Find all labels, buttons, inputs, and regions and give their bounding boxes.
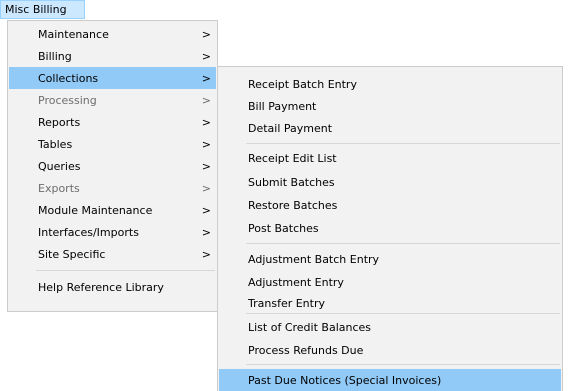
menu-item-label: Submit Batches xyxy=(248,175,335,189)
menu-item-label: Tables xyxy=(38,137,73,151)
menu-item-label: Interfaces/Imports xyxy=(38,225,139,239)
menu-item-label: Adjustment Entry xyxy=(248,275,344,289)
chevron-right-icon: > xyxy=(201,49,211,63)
chevron-right-icon: > xyxy=(201,159,211,173)
menu-separator xyxy=(246,243,560,244)
submenu-item-submit-batches[interactable]: Submit Batches xyxy=(219,171,561,193)
menu-separator xyxy=(246,143,560,144)
chevron-right-icon: > xyxy=(201,71,211,85)
menubar-misc-billing[interactable]: Misc Billing xyxy=(0,0,85,19)
menu-item-label: Adjustment Batch Entry xyxy=(248,252,380,266)
submenu-item-transfer-entry[interactable]: Transfer Entry xyxy=(219,292,561,314)
menu-item-queries[interactable]: Queries > xyxy=(9,155,216,177)
menu-item-label: Exports xyxy=(38,181,80,195)
menubar-label: Misc Billing xyxy=(5,3,67,16)
menu-item-site-specific[interactable]: Site Specific > xyxy=(9,243,216,265)
chevron-right-icon: > xyxy=(201,203,211,217)
screen: Misc Billing Maintenance > Billing > Col… xyxy=(0,0,576,391)
chevron-right-icon: > xyxy=(201,115,211,129)
submenu-item-post-batches[interactable]: Post Batches xyxy=(219,217,561,239)
submenu-item-list-of-credit-balances[interactable]: List of Credit Balances xyxy=(219,316,561,338)
menu-item-label: Restore Batches xyxy=(248,198,338,212)
menu-item-label: Post Batches xyxy=(248,221,319,235)
menu-item-label: Help Reference Library xyxy=(38,280,164,294)
menu-item-label: Receipt Batch Entry xyxy=(248,77,357,91)
submenu-item-restore-batches[interactable]: Restore Batches xyxy=(219,194,561,216)
menu-item-processing: Processing > xyxy=(9,89,216,111)
menu-item-label: Transfer Entry xyxy=(248,296,325,310)
menu-item-tables[interactable]: Tables > xyxy=(9,133,216,155)
menu-item-interfaces-imports[interactable]: Interfaces/Imports > xyxy=(9,221,216,243)
menu-item-module-maintenance[interactable]: Module Maintenance > xyxy=(9,199,216,221)
menu-item-label: Reports xyxy=(38,115,81,129)
menu-item-label: Queries xyxy=(38,159,81,173)
chevron-right-icon: > xyxy=(201,27,211,41)
chevron-right-icon: > xyxy=(201,93,211,107)
submenu-item-bill-payment[interactable]: Bill Payment xyxy=(219,95,561,117)
menu-item-collections[interactable]: Collections > xyxy=(9,67,216,89)
menu-item-reports[interactable]: Reports > xyxy=(9,111,216,133)
menu-item-label: Maintenance xyxy=(38,27,109,41)
chevron-right-icon: > xyxy=(201,247,211,261)
submenu-item-adjustment-entry[interactable]: Adjustment Entry xyxy=(219,271,561,293)
chevron-right-icon: > xyxy=(201,181,211,195)
menu-item-label: Processing xyxy=(38,93,97,107)
menu-item-label: Site Specific xyxy=(38,247,106,261)
menu-separator xyxy=(246,364,560,365)
menu-separator xyxy=(246,313,560,314)
menu-item-label: List of Credit Balances xyxy=(248,320,372,334)
menu-item-label: Billing xyxy=(38,49,72,63)
menu-item-help-reference-library[interactable]: Help Reference Library xyxy=(9,276,216,298)
collections-submenu: Receipt Batch Entry Bill Payment Detail … xyxy=(217,66,563,391)
menu-item-label: Process Refunds Due xyxy=(248,343,364,357)
menu-item-label: Bill Payment xyxy=(248,99,317,113)
submenu-item-detail-payment[interactable]: Detail Payment xyxy=(219,117,561,139)
menu-item-label: Detail Payment xyxy=(248,121,333,135)
submenu-item-past-due-notices[interactable]: Past Due Notices (Special Invoices) xyxy=(219,369,561,391)
menu-item-maintenance[interactable]: Maintenance > xyxy=(9,23,216,45)
menu-item-billing[interactable]: Billing > xyxy=(9,45,216,67)
submenu-item-process-refunds-due[interactable]: Process Refunds Due xyxy=(219,339,561,361)
menu-separator xyxy=(36,270,215,271)
chevron-right-icon: > xyxy=(201,225,211,239)
submenu-item-adjustment-batch-entry[interactable]: Adjustment Batch Entry xyxy=(219,248,561,270)
chevron-right-icon: > xyxy=(201,137,211,151)
menu-item-label: Module Maintenance xyxy=(38,203,153,217)
menu-item-label: Receipt Edit List xyxy=(248,151,337,165)
menu-item-label: Past Due Notices (Special Invoices) xyxy=(248,373,442,387)
menu-item-label: Collections xyxy=(38,71,99,85)
menu-item-exports: Exports > xyxy=(9,177,216,199)
submenu-item-receipt-edit-list[interactable]: Receipt Edit List xyxy=(219,147,561,169)
misc-billing-menu: Maintenance > Billing > Collections > Pr… xyxy=(7,20,218,312)
submenu-item-receipt-batch-entry[interactable]: Receipt Batch Entry xyxy=(219,73,561,95)
